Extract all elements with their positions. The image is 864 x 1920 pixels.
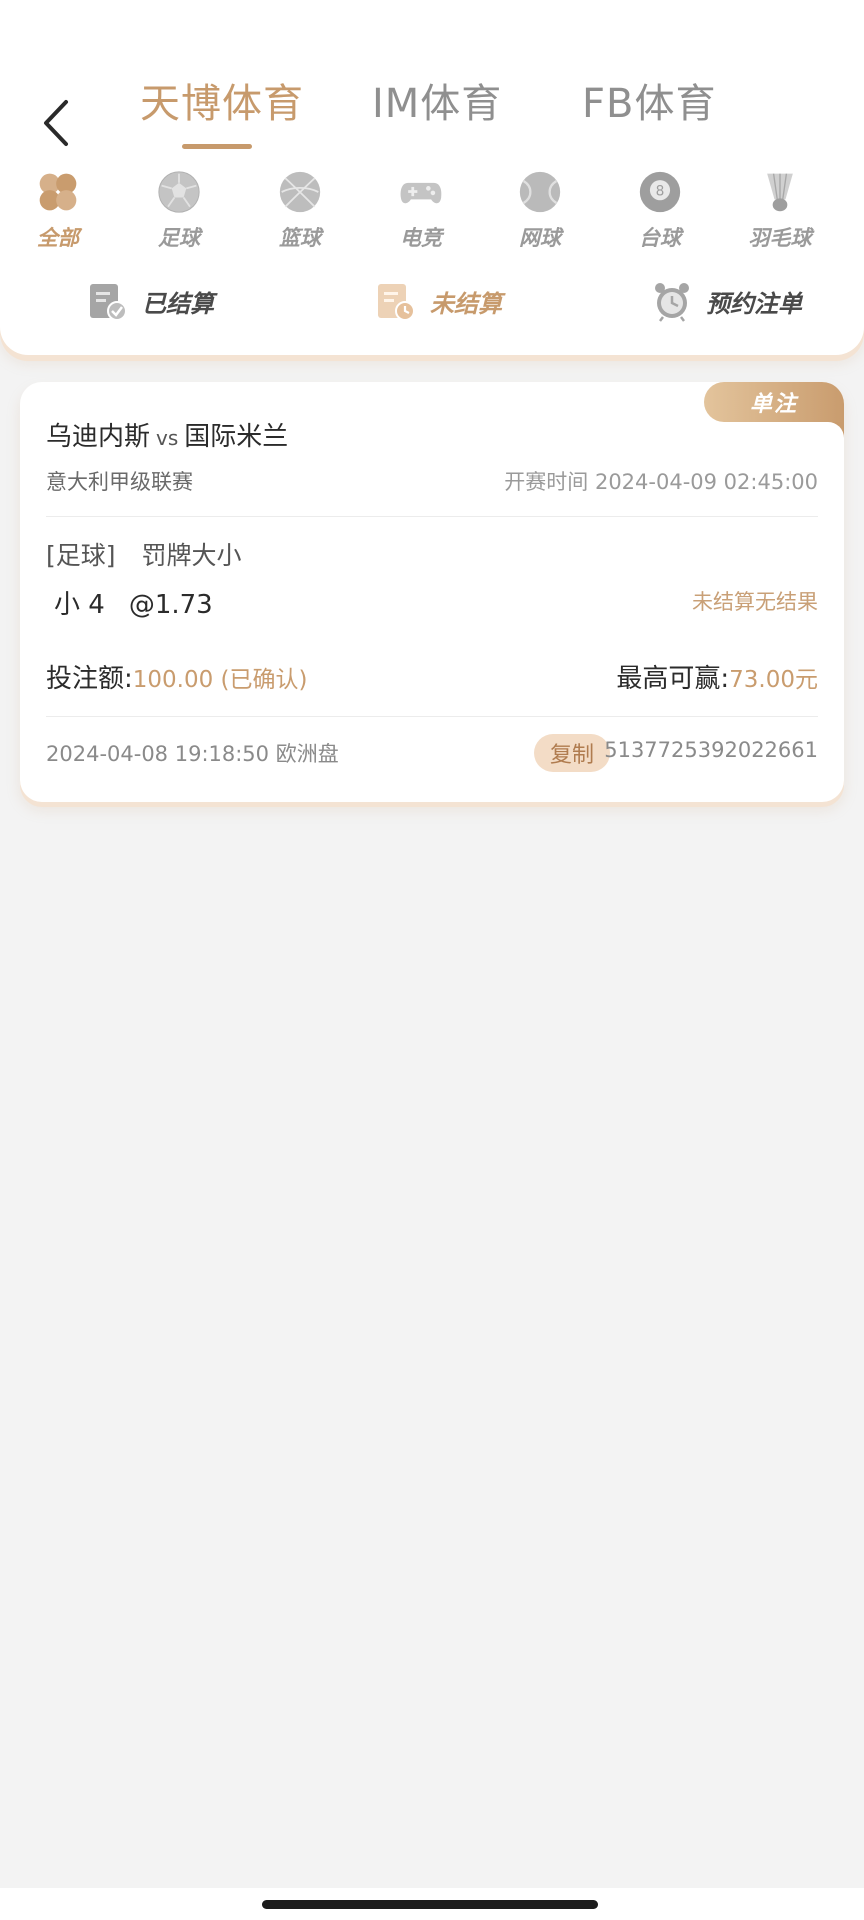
soccer-ball-icon — [158, 171, 200, 213]
sport-item-esports[interactable]: 电竞 — [381, 170, 461, 252]
sport-tag: [足球] — [46, 541, 116, 570]
header-panel: 天博体育 IM体育 FB体育 全部 足球 篮球 电竞 网球 8 台球 羽毛球 已… — [0, 0, 864, 355]
sport-item-soccer[interactable]: 足球 — [139, 170, 219, 252]
status-tab-unsettled[interactable]: 未结算 — [376, 278, 502, 324]
sport-label: 羽毛球 — [748, 226, 812, 250]
tab-tianbo-sports[interactable]: 天博体育 — [140, 76, 304, 132]
match-start-time: 开赛时间 2024-04-09 02:45:00 — [504, 470, 818, 494]
sport-item-badminton[interactable]: 羽毛球 — [740, 170, 820, 252]
status-tab-settled[interactable]: 已结算 — [88, 278, 214, 324]
market-name: 罚牌大小 — [141, 541, 242, 570]
basketball-icon — [279, 171, 321, 213]
tab-fb-sports[interactable]: FB体育 — [582, 76, 716, 132]
selection: 小 4 — [54, 590, 105, 620]
stake-line: 投注额:100.00 (已确认) — [46, 658, 308, 695]
copy-button[interactable]: 复制 — [534, 734, 610, 772]
match-teams: 乌迪内斯 vs 国际米兰 — [46, 416, 288, 453]
bet-selection-line: 小 4 @1.73 — [54, 584, 213, 621]
stake-value: 100.00 (已确认) — [132, 667, 308, 693]
sport-label: 网球 — [519, 226, 561, 250]
status-label: 预约注单 — [706, 289, 802, 318]
max-win-line: 最高可赢:73.00元 — [616, 658, 818, 695]
settled-doc-icon — [90, 284, 127, 321]
sport-label: 全部 — [37, 226, 79, 250]
away-team: 国际米兰 — [184, 422, 289, 452]
bet-type-badge: 单注 — [704, 382, 844, 422]
clover-icon — [39, 173, 77, 211]
stake-label: 投注额: — [46, 664, 133, 694]
status-tab-scheduled[interactable]: 预约注单 — [652, 278, 802, 324]
settlement-result: 未结算无结果 — [692, 590, 818, 614]
divider — [46, 716, 818, 717]
sport-label: 台球 — [639, 226, 681, 250]
alarm-clock-icon — [655, 283, 689, 322]
sport-item-all[interactable]: 全部 — [18, 170, 98, 252]
sport-item-billiards[interactable]: 8 台球 — [620, 170, 700, 252]
svg-text:8: 8 — [656, 184, 665, 200]
back-arrow-icon[interactable] — [36, 96, 76, 150]
league-name: 意大利甲级联赛 — [46, 470, 193, 494]
shuttlecock-icon — [767, 173, 793, 212]
badge-tail — [828, 422, 844, 444]
bet-market-line: [足球] 罚牌大小 — [46, 536, 242, 572]
vs-label: vs — [156, 426, 179, 450]
max-win-label: 最高可赢: — [616, 664, 730, 694]
status-label: 已结算 — [142, 289, 214, 318]
bet-placed-time: 2024-04-08 19:18:50 欧洲盘 — [46, 742, 339, 766]
sport-label: 篮球 — [279, 226, 321, 250]
max-win-value: 73.00元 — [729, 667, 818, 693]
status-label: 未结算 — [430, 289, 502, 318]
sport-label: 足球 — [158, 226, 200, 250]
order-id: 5137725392022661 — [604, 738, 818, 762]
home-indicator[interactable] — [262, 1900, 598, 1909]
tennis-ball-icon — [519, 171, 561, 213]
bet-card: 单注 乌迪内斯 vs 国际米兰 意大利甲级联赛 开赛时间 2024-04-09 02… — [20, 382, 844, 802]
odds: @1.73 — [128, 590, 213, 620]
gamepad-icon — [400, 182, 442, 204]
home-team: 乌迪内斯 — [46, 422, 151, 452]
sport-label: 电竞 — [400, 226, 442, 250]
billiard-ball-icon: 8 — [639, 171, 681, 213]
tab-im-sports[interactable]: IM体育 — [372, 76, 502, 132]
active-tab-indicator — [182, 144, 252, 149]
unsettled-doc-icon — [378, 284, 415, 321]
sport-item-basketball[interactable]: 篮球 — [260, 170, 340, 252]
sport-item-tennis[interactable]: 网球 — [500, 170, 580, 252]
divider — [46, 516, 818, 517]
